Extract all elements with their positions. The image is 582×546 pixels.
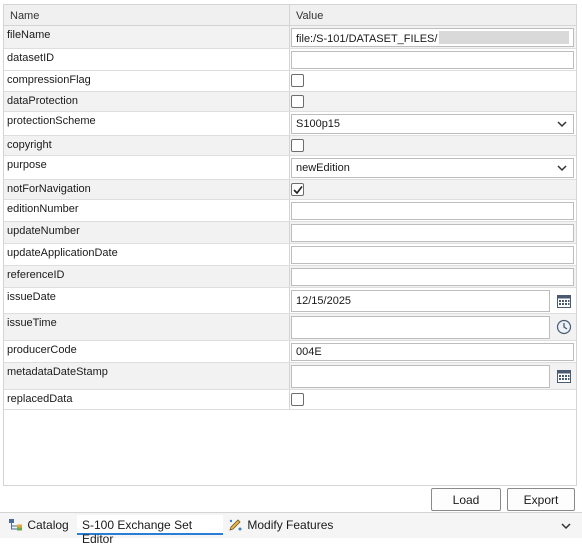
property-name: replacedData bbox=[4, 390, 290, 409]
table-row: notForNavigation bbox=[4, 180, 576, 200]
updateapplicationdate-input[interactable] bbox=[291, 246, 574, 264]
grid-header: Name Value bbox=[4, 5, 576, 26]
property-name: referenceID bbox=[4, 266, 290, 287]
property-name: notForNavigation bbox=[4, 180, 290, 199]
compressionflag-checkbox[interactable] bbox=[291, 74, 304, 87]
property-name: issueTime bbox=[4, 314, 290, 340]
table-row: producerCode 004E bbox=[4, 341, 576, 363]
table-row: fileName file:/S-101/DATASET_FILES/ bbox=[4, 26, 576, 49]
property-name: updateApplicationDate bbox=[4, 244, 290, 265]
table-row: dataProtection bbox=[4, 92, 576, 112]
clock-icon[interactable] bbox=[556, 319, 572, 335]
filename-input[interactable]: file:/S-101/DATASET_FILES/ bbox=[291, 28, 574, 47]
property-name: fileName bbox=[4, 26, 290, 48]
purpose-dropdown[interactable]: newEdition bbox=[291, 158, 574, 178]
tab-s100-exchange-set-editor[interactable]: S-100 Exchange Set Editor bbox=[77, 515, 223, 546]
table-row: issueTime bbox=[4, 314, 576, 341]
table-row: protectionScheme S100p15 bbox=[4, 112, 576, 136]
table-row: editionNumber bbox=[4, 200, 576, 222]
property-name: protectionScheme bbox=[4, 112, 290, 135]
chevron-down-icon bbox=[557, 121, 567, 128]
edit-pencil-icon bbox=[229, 519, 242, 531]
issuedate-input[interactable]: 12/15/2025 bbox=[291, 290, 550, 312]
table-row: purpose newEdition bbox=[4, 156, 576, 180]
protectionscheme-dropdown[interactable]: S100p15 bbox=[291, 114, 574, 134]
checkmark-icon bbox=[293, 186, 303, 195]
producercode-input[interactable]: 004E bbox=[291, 343, 574, 361]
table-row: issueDate 12/15/2025 bbox=[4, 288, 576, 314]
table-row: compressionFlag bbox=[4, 71, 576, 92]
table-row: datasetID bbox=[4, 49, 576, 71]
property-name: copyright bbox=[4, 136, 290, 155]
replaceddata-checkbox[interactable] bbox=[291, 393, 304, 406]
property-name: datasetID bbox=[4, 49, 290, 70]
property-name: issueDate bbox=[4, 288, 290, 313]
tab-modify-features[interactable]: Modify Features bbox=[228, 515, 348, 535]
property-name: compressionFlag bbox=[4, 71, 290, 91]
value-column-header[interactable]: Value bbox=[290, 5, 576, 25]
table-row: updateNumber bbox=[4, 222, 576, 244]
table-row: referenceID bbox=[4, 266, 576, 288]
table-row: updateApplicationDate bbox=[4, 244, 576, 266]
chevron-down-icon bbox=[557, 165, 567, 172]
catalog-icon bbox=[9, 519, 22, 531]
dataprotection-checkbox[interactable] bbox=[291, 95, 304, 108]
exchange-set-editor-pane: Name Value fileName file:/S-101/DATASET_… bbox=[3, 4, 577, 486]
name-column-header[interactable]: Name bbox=[4, 5, 290, 25]
referenceid-input[interactable] bbox=[291, 268, 574, 286]
property-name: metadataDateStamp bbox=[4, 363, 290, 389]
property-name: dataProtection bbox=[4, 92, 290, 111]
tab-catalog[interactable]: Catalog bbox=[8, 515, 76, 535]
property-name: updateNumber bbox=[4, 222, 290, 243]
property-name: editionNumber bbox=[4, 200, 290, 221]
copyright-checkbox[interactable] bbox=[291, 139, 304, 152]
property-name: producerCode bbox=[4, 341, 290, 362]
notfornavigation-checkbox[interactable] bbox=[291, 183, 304, 196]
table-row: metadataDateStamp bbox=[4, 363, 576, 390]
redacted-text bbox=[439, 31, 570, 44]
editionnumber-input[interactable] bbox=[291, 202, 574, 220]
calendar-icon[interactable] bbox=[556, 293, 572, 309]
dock-tab-bar: Catalog S-100 Exchange Set Editor Modify… bbox=[0, 512, 582, 546]
property-name: purpose bbox=[4, 156, 290, 179]
chevron-down-icon[interactable] bbox=[560, 520, 572, 532]
updatenumber-input[interactable] bbox=[291, 224, 574, 242]
table-row: replacedData bbox=[4, 390, 576, 410]
table-row: copyright bbox=[4, 136, 576, 156]
export-button[interactable]: Export bbox=[507, 488, 575, 511]
datasetid-input[interactable] bbox=[291, 51, 574, 69]
issuetime-input[interactable] bbox=[291, 316, 550, 339]
property-grid: Name Value fileName file:/S-101/DATASET_… bbox=[4, 5, 576, 410]
metadatadatestamp-input[interactable] bbox=[291, 365, 550, 388]
load-button[interactable]: Load bbox=[431, 488, 501, 511]
calendar-icon[interactable] bbox=[556, 368, 572, 384]
